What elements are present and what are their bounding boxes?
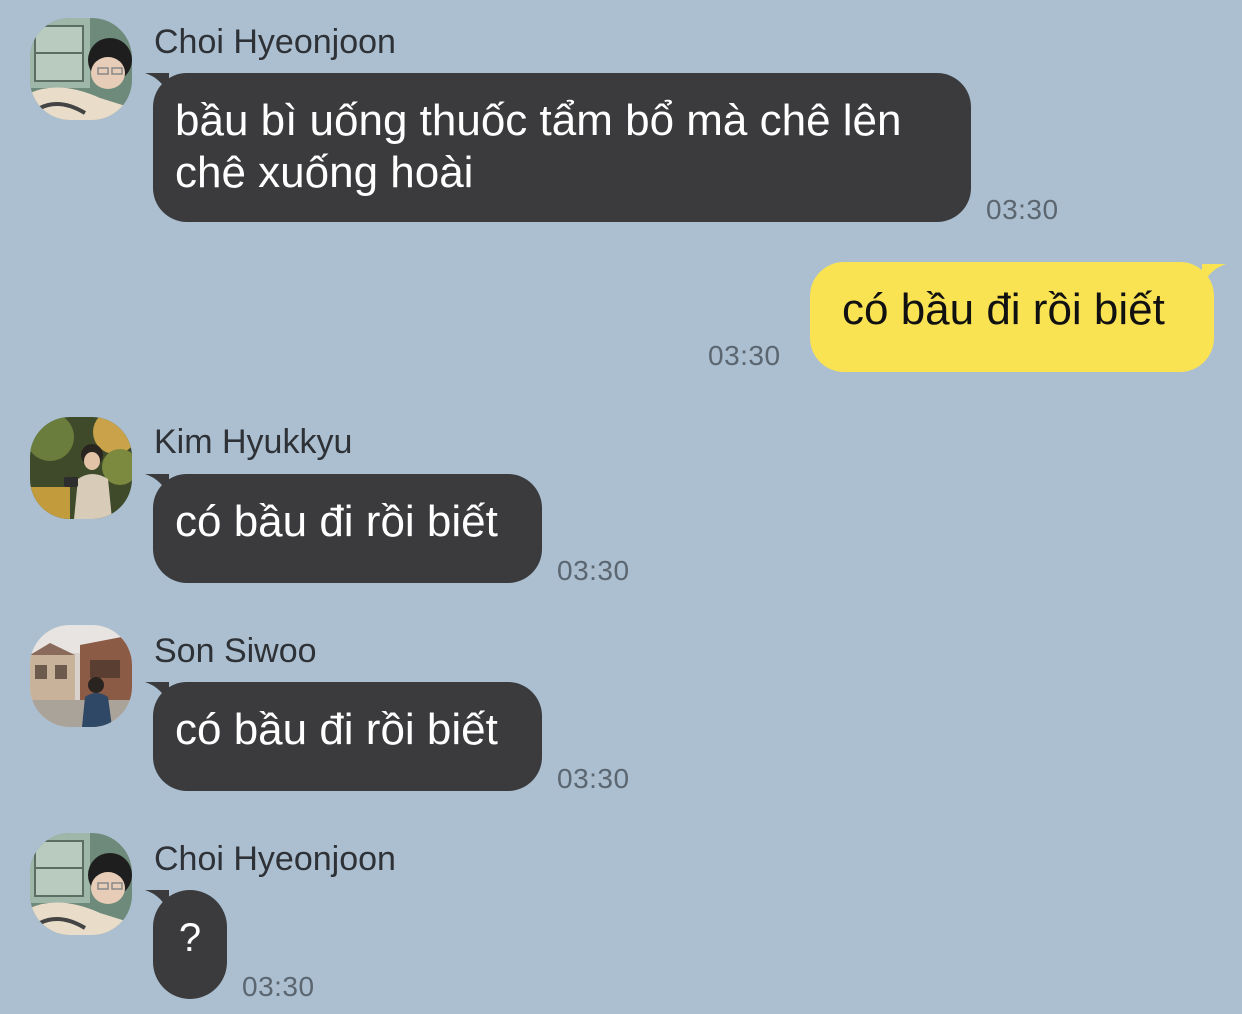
message-text: có bầu đi rồi biết bbox=[842, 285, 1165, 334]
message-timestamp: 03:30 bbox=[557, 763, 630, 794]
avatar-son-siwoo-icon bbox=[30, 625, 132, 727]
bubble-tail-icon bbox=[145, 73, 169, 97]
message-text: có bầu đi rồi biết bbox=[175, 705, 498, 754]
avatar[interactable] bbox=[30, 417, 132, 519]
avatar[interactable] bbox=[30, 625, 132, 727]
bubble-tail-icon bbox=[145, 682, 169, 706]
sender-name: Kim Hyukkyu bbox=[154, 423, 353, 461]
bubble-tail-icon bbox=[145, 890, 169, 914]
message-bubble[interactable]: bầu bì uống thuốc tẩm bổ mà chê lên chê … bbox=[145, 73, 971, 222]
message-bubble-outgoing[interactable]: có bầu đi rồi biết bbox=[810, 262, 1226, 372]
avatar-choi-hyeonjoon-icon bbox=[30, 833, 132, 935]
bubble-tail-icon bbox=[1202, 264, 1226, 288]
avatar-kim-hyukkyu-icon bbox=[30, 417, 132, 519]
message-text-line: bầu bì uống thuốc tẩm bổ mà chê lên bbox=[175, 96, 902, 145]
message-bubble[interactable]: có bầu đi rồi biết bbox=[145, 682, 542, 791]
chat-window[interactable]: Choi Hyeonjoon bầu bì uống thuốc tẩm bổ … bbox=[0, 0, 1242, 1014]
sender-name: Choi Hyeonjoon bbox=[154, 840, 396, 878]
bubble-tail-icon bbox=[145, 474, 169, 498]
avatar[interactable] bbox=[30, 18, 132, 120]
sender-name: Son Siwoo bbox=[154, 632, 317, 670]
avatar[interactable] bbox=[30, 833, 132, 935]
message-timestamp: 03:30 bbox=[986, 194, 1059, 225]
message-timestamp: 03:30 bbox=[242, 971, 315, 1002]
sender-name: Choi Hyeonjoon bbox=[154, 23, 396, 61]
avatar-choi-hyeonjoon-icon bbox=[30, 18, 132, 120]
message-bubble[interactable]: ? bbox=[145, 890, 227, 999]
message-timestamp: 03:30 bbox=[557, 555, 630, 586]
message-text: ? bbox=[178, 916, 202, 960]
message-text-line: chê xuống hoài bbox=[175, 148, 474, 197]
message-text: có bầu đi rồi biết bbox=[175, 497, 498, 546]
message-bubble[interactable]: có bầu đi rồi biết bbox=[145, 474, 542, 583]
message-timestamp: 03:30 bbox=[708, 340, 781, 371]
